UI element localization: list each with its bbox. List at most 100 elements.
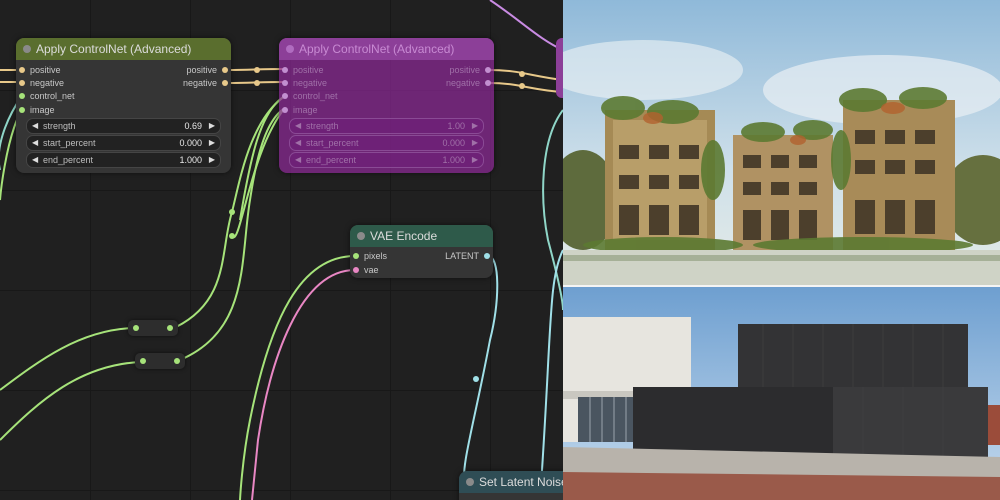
node-title-bar[interactable]: Set Latent Noise Ma [459, 471, 563, 493]
widget-start-percent[interactable]: ◀ start_percent 0.000 ▶ [26, 135, 221, 151]
widget-strength[interactable]: ◀ strength 0.69 ▶ [26, 118, 221, 134]
widget-label: end_percent [306, 155, 357, 165]
widget-value: 0.000 [179, 138, 202, 148]
preview-image-photo [563, 287, 1000, 500]
node-title: Set Latent Noise Ma [479, 475, 563, 489]
node-apply-controlnet-2[interactable]: Apply ControlNet (Advanced) positive neg… [279, 38, 494, 173]
output-label-negative: negative [445, 78, 480, 88]
input-port-pixels[interactable] [353, 253, 359, 259]
decrement-arrow-icon[interactable]: ◀ [32, 121, 38, 130]
widget-label: start_percent [43, 138, 96, 148]
decrement-arrow-icon[interactable]: ◀ [295, 155, 301, 164]
output-port-negative[interactable] [485, 80, 491, 86]
reroute-node-2[interactable] [135, 353, 185, 369]
collapse-dot-icon[interactable] [466, 478, 474, 486]
widget-end-percent[interactable]: ◀ end_percent 1.000 ▶ [289, 152, 484, 168]
input-label-positive: positive [293, 65, 324, 75]
output-port-positive[interactable] [485, 67, 491, 73]
widget-value: 1.000 [442, 155, 465, 165]
node-set-latent-noise-mask[interactable]: Set Latent Noise Ma [459, 471, 563, 500]
node-title-bar[interactable]: Apply ControlNet (Advanced) [279, 38, 494, 60]
widget-strength[interactable]: ◀ strength 1.00 ▶ [289, 118, 484, 134]
reroute-output-port[interactable] [167, 325, 173, 331]
increment-arrow-icon[interactable]: ▶ [472, 138, 478, 147]
widget-label: start_percent [306, 138, 359, 148]
wire-midpoint [519, 83, 525, 89]
input-port-negative[interactable] [19, 80, 25, 86]
widget-end-percent[interactable]: ◀ end_percent 1.000 ▶ [26, 152, 221, 168]
widget-label: strength [306, 121, 339, 131]
output-label-positive: positive [449, 65, 480, 75]
decrement-arrow-icon[interactable]: ◀ [32, 138, 38, 147]
wire-vae [251, 269, 356, 500]
input-port-negative[interactable] [282, 80, 288, 86]
input-port-control-net[interactable] [19, 93, 25, 99]
wire-midpoint [473, 376, 479, 382]
collapse-dot-icon[interactable] [357, 232, 365, 240]
reroute-output-port[interactable] [174, 358, 180, 364]
preview-image-sketch [563, 0, 1000, 285]
input-label-image: image [293, 105, 318, 115]
input-label-pixels: pixels [364, 251, 388, 261]
node-title-bar[interactable]: VAE Encode [350, 225, 493, 247]
wire-pixels [239, 255, 356, 500]
output-port-latent[interactable] [484, 253, 490, 259]
node-title-bar[interactable]: Apply ControlNet (Advanced) [16, 38, 231, 60]
wire-right-teal [542, 109, 563, 311]
output-label-latent: LATENT [445, 251, 479, 261]
wire-negative-out-2 [488, 82, 563, 93]
wire-reroute-1-in [0, 327, 134, 391]
node-vae-encode[interactable]: VAE Encode pixels vae LATENT [350, 225, 493, 278]
decrement-arrow-icon[interactable]: ◀ [295, 121, 301, 130]
wire-latent [463, 255, 499, 484]
node-graph-canvas[interactable]: Apply ControlNet (Advanced) positive neg… [0, 0, 563, 500]
input-label-control-net: control_net [30, 91, 75, 101]
increment-arrow-icon[interactable]: ▶ [209, 155, 215, 164]
node-title: Apply ControlNet (Advanced) [36, 42, 192, 56]
wire-midpoint [254, 67, 260, 73]
wire-midpoint [229, 233, 235, 239]
input-label-image: image [30, 105, 55, 115]
node-title: Apply ControlNet (Advanced) [299, 42, 455, 56]
input-port-positive[interactable] [19, 67, 25, 73]
reroute-node-1[interactable] [128, 320, 178, 336]
input-label-control-net: control_net [293, 91, 338, 101]
input-label-negative: negative [293, 78, 328, 88]
image-preview-panel [563, 0, 1000, 500]
increment-arrow-icon[interactable]: ▶ [209, 138, 215, 147]
output-port-negative[interactable] [222, 80, 228, 86]
node-offscreen-edge[interactable] [556, 38, 563, 98]
widget-start-percent[interactable]: ◀ start_percent 0.000 ▶ [289, 135, 484, 151]
collapse-dot-icon[interactable] [286, 45, 294, 53]
widget-value: 0.000 [442, 138, 465, 148]
input-label-negative: negative [30, 78, 65, 88]
input-port-image[interactable] [19, 107, 25, 113]
output-port-positive[interactable] [222, 67, 228, 73]
decrement-arrow-icon[interactable]: ◀ [32, 155, 38, 164]
reroute-input-port[interactable] [140, 358, 146, 364]
input-port-control-net[interactable] [282, 93, 288, 99]
widget-value: 0.69 [184, 121, 202, 131]
output-label-negative: negative [182, 78, 217, 88]
increment-arrow-icon[interactable]: ▶ [472, 121, 478, 130]
wire-positive-out-2 [488, 69, 563, 81]
input-port-vae[interactable] [353, 267, 359, 273]
widget-value: 1.00 [447, 121, 465, 131]
input-label-vae: vae [364, 265, 379, 275]
increment-arrow-icon[interactable]: ▶ [209, 121, 215, 130]
decrement-arrow-icon[interactable]: ◀ [295, 138, 301, 147]
wire-midpoint [519, 71, 525, 77]
collapse-dot-icon[interactable] [23, 45, 31, 53]
reroute-input-port[interactable] [133, 325, 139, 331]
input-port-image[interactable] [282, 107, 288, 113]
node-title: VAE Encode [370, 229, 438, 243]
wire-midpoint [229, 209, 235, 215]
input-label-positive: positive [30, 65, 61, 75]
widget-value: 1.000 [179, 155, 202, 165]
widget-label: end_percent [43, 155, 94, 165]
output-label-positive: positive [186, 65, 217, 75]
wire-top-purple [489, 0, 563, 51]
node-apply-controlnet-1[interactable]: Apply ControlNet (Advanced) positive neg… [16, 38, 231, 173]
increment-arrow-icon[interactable]: ▶ [472, 155, 478, 164]
input-port-positive[interactable] [282, 67, 288, 73]
